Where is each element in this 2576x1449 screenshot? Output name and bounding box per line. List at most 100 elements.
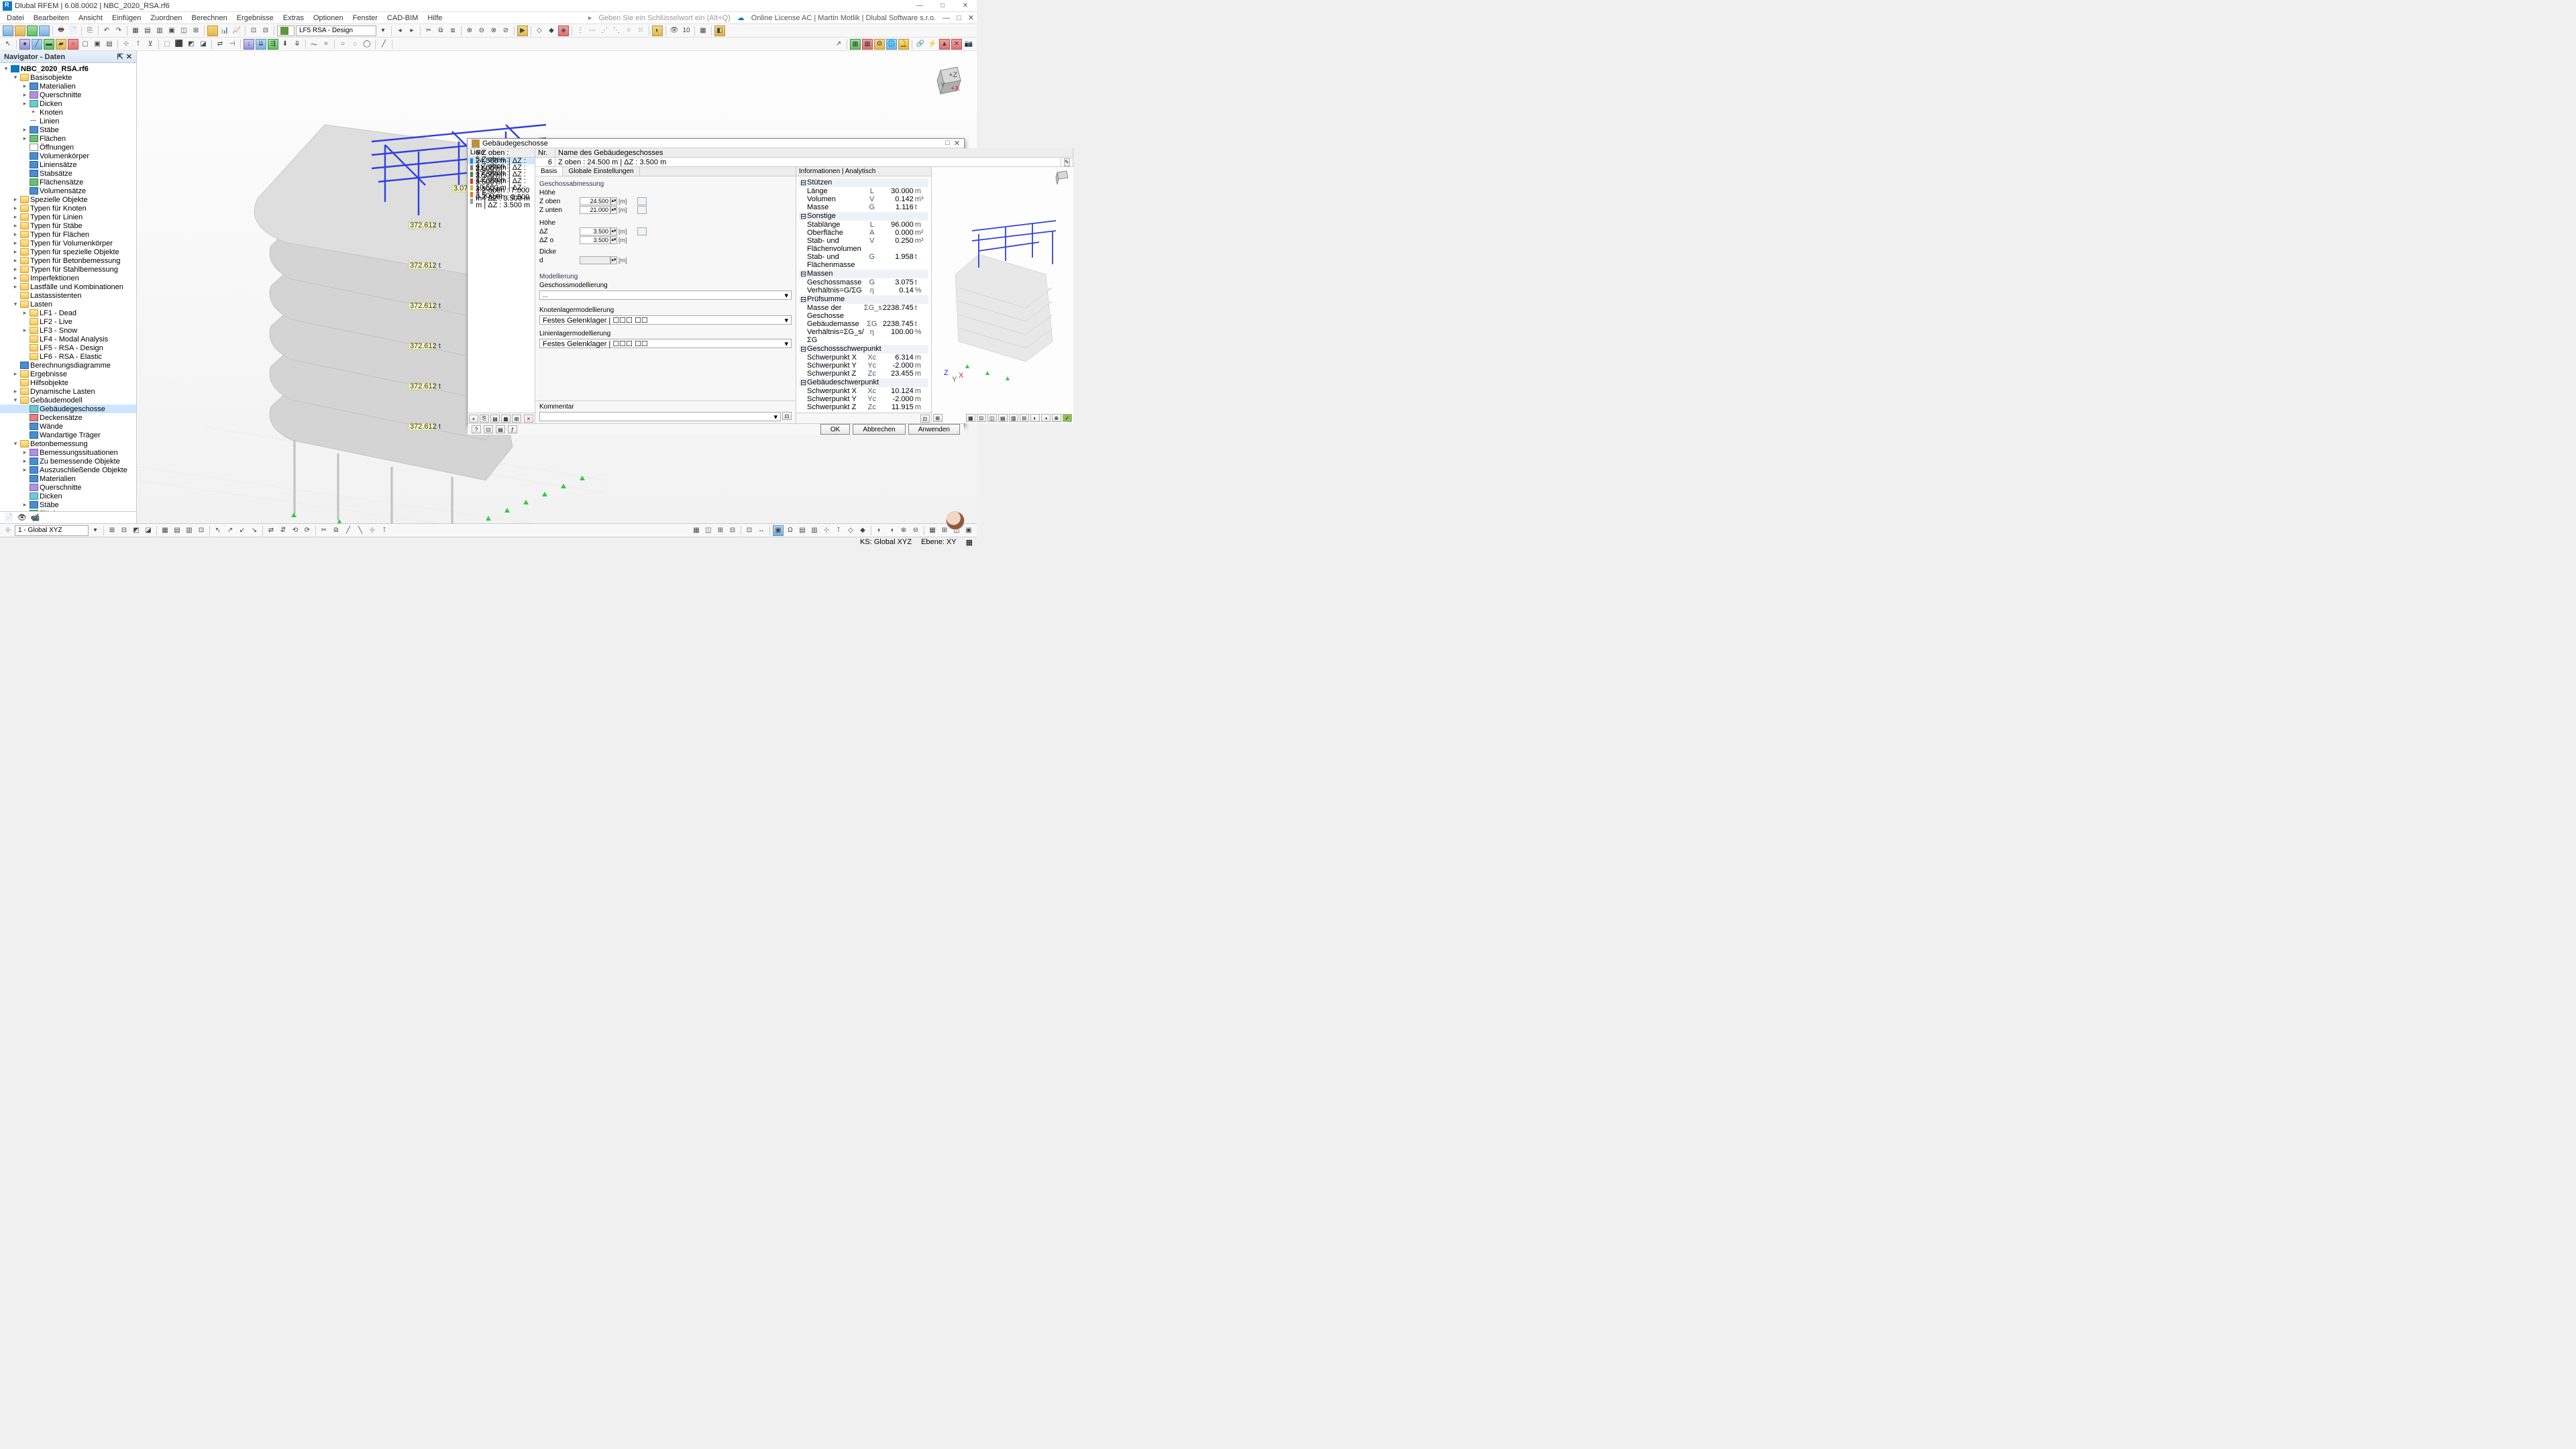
menu-hilfe[interactable]: Hilfe [423,13,446,23]
tree-item[interactable]: ▸Ergebnisse [0,370,136,378]
menu-berechnen[interactable]: Berechnen [188,13,231,23]
bb8-icon[interactable]: ⊡ [196,525,207,536]
t50-icon[interactable]: ↗ [833,39,844,50]
new-icon[interactable] [3,25,13,36]
tree-item[interactable]: ▾Lasten [0,300,136,309]
geschmod-select[interactable]: ...▾ [539,290,792,300]
doc-close[interactable]: ✕ [968,13,974,22]
nav-cam-icon[interactable]: 📹 [31,513,40,522]
tree-item[interactable]: LF2 - Live [0,317,136,326]
tree-item[interactable]: Volumensätze [0,186,136,195]
br18-icon[interactable]: ⊖ [910,525,921,536]
tree-item[interactable]: Lastassistenten [0,291,136,300]
tree-item[interactable]: ▸Imperfektionen [0,274,136,282]
tree-item[interactable]: ▸Typen für Stahlbemessung [0,265,136,274]
bb11-icon[interactable]: ↙ [237,525,248,536]
tree-item[interactable]: ▸Materialien [0,82,136,91]
t59-icon[interactable]: ✕ [951,39,962,50]
so2-icon[interactable]: ▣ [92,39,103,50]
saveall-icon[interactable] [39,25,50,36]
menu-ergebnisse[interactable]: Ergebnisse [233,13,278,23]
t26-icon[interactable]: ◩ [186,39,197,50]
cs-drop-icon[interactable]: ▾ [90,525,101,536]
t23-icon[interactable]: ⊻ [145,39,156,50]
ok-button[interactable]: OK [820,424,850,435]
tab-basis[interactable]: Basis [535,167,563,176]
navigator-tree[interactable]: ▾ NBC_2020_RSA.rf6 ▾Basisobjekte▸Materia… [0,63,136,511]
tree-item[interactable]: ▸Bemessungssituationen [0,448,136,457]
tree-item[interactable]: LF5 - RSA - Design [0,343,136,352]
br22-icon[interactable]: ▣ [963,525,974,536]
tree-item[interactable]: ▸LF3 - Snow [0,326,136,335]
tree-item[interactable]: Wandartige Träger [0,431,136,439]
view1-icon[interactable]: ▦ [130,25,141,36]
t39-icon[interactable]: ◯ [362,39,372,50]
nav-pin-icon[interactable]: ⇱ [117,52,123,61]
menu-optionen[interactable]: Optionen [309,13,347,23]
br6-icon[interactable]: ↔ [756,525,767,536]
bb18-icon[interactable]: ⧉ [331,525,341,536]
br5-icon[interactable]: ⊡ [744,525,755,536]
anim-icon[interactable]: ▶ [517,25,528,36]
list-b5-icon[interactable]: ⊞ [512,415,521,423]
zoben-pick-icon[interactable] [637,197,647,205]
cs-icon[interactable]: ⊹ [3,525,13,536]
tree-item[interactable]: ▸Zu bemessende Objekte [0,457,136,466]
grp-icon[interactable]: ▦ [698,25,708,36]
list-del-icon[interactable]: ✕ [524,415,533,423]
tree-item[interactable]: ▸Auszuschließende Objekte [0,466,136,474]
copy-icon[interactable]: ⎘ [85,25,95,36]
menu-zuordnen[interactable]: Zuordnen [146,13,186,23]
t54-icon[interactable]: 🌐 [886,39,897,50]
br3-icon[interactable]: ⊞ [715,525,726,536]
nav-close-icon[interactable]: ✕ [126,52,132,61]
lf-select[interactable]: LF5 RSA - Design [296,25,376,36]
tree-item[interactable]: ▸Typen für Knoten [0,204,136,213]
t35-icon[interactable]: ～ [309,39,319,50]
bb19-icon[interactable]: ╱ [343,525,354,536]
br17-icon[interactable]: ⊕ [898,525,909,536]
bb16-icon[interactable]: ⟳ [302,525,313,536]
status-grid-icon[interactable]: ▦ [966,538,973,547]
tree-item[interactable]: Materialien [0,474,136,483]
story-list[interactable]: 6 Z oben : 24.500 m | ΔZ : 3.500 m5 Z ob… [468,158,535,413]
br14-icon[interactable]: ◆ [857,525,868,536]
tree-item[interactable]: ▸Lastfälle und Kombinationen [0,282,136,291]
pv-b7-icon[interactable]: ⊟ [1020,414,1029,422]
t31-icon[interactable]: ⇊ [256,39,266,50]
tree-item[interactable]: Berechnungsdiagramme [0,361,136,370]
view4-icon[interactable]: ▣ [166,25,177,36]
bb2-icon[interactable]: ⊟ [119,525,129,536]
tree-item[interactable]: Hilfsobjekte [0,378,136,387]
redo-icon[interactable]: ↷ [113,25,124,36]
br8-icon[interactable]: Ω [785,525,796,536]
tab-global[interactable]: Globale Einstellungen [563,167,639,176]
undo-icon[interactable]: ↶ [101,25,112,36]
dzo-spin[interactable]: ▴▾ [610,236,617,244]
tree-item[interactable]: ▸Spezielle Objekte [0,195,136,204]
cancel-button[interactable]: Abbrechen [853,424,905,435]
dlg-b2-icon[interactable]: ⊡ [484,425,493,433]
zunten-spin[interactable]: ▴▾ [610,206,617,214]
zoben-spin[interactable]: ▴▾ [610,197,617,205]
sel-icon[interactable]: ↖ [3,39,13,50]
so1-icon[interactable]: ▢ [80,39,91,50]
minimize-button[interactable]: — [911,1,928,11]
menu-einfügen[interactable]: Einfügen [108,13,145,23]
tree-item[interactable]: Stabsätze [0,169,136,178]
prev-icon[interactable]: ◂ [394,25,405,36]
zunten-input[interactable] [580,206,610,214]
tree-item[interactable]: ▸Dynamische Lasten [0,387,136,396]
br10-icon[interactable]: ▥ [809,525,820,536]
bb10-icon[interactable]: ↗ [225,525,235,536]
t22-icon[interactable]: ⊺ [133,39,144,50]
nr-value[interactable]: 6 [535,158,555,166]
tree-item[interactable]: Flächensätze [0,178,136,186]
br9-icon[interactable]: ▤ [797,525,808,536]
sn4-icon[interactable]: ⋱ [611,25,622,36]
search-hint[interactable]: Geben Sie ein Schlüsselwort ein (Alt+Q) [598,14,731,22]
tree-item[interactable]: Linien [0,117,136,125]
t52-icon[interactable]: ▦ [862,39,873,50]
tree-item[interactable]: ▸Flächen [0,134,136,143]
print-icon[interactable]: 🖶 [56,25,66,36]
